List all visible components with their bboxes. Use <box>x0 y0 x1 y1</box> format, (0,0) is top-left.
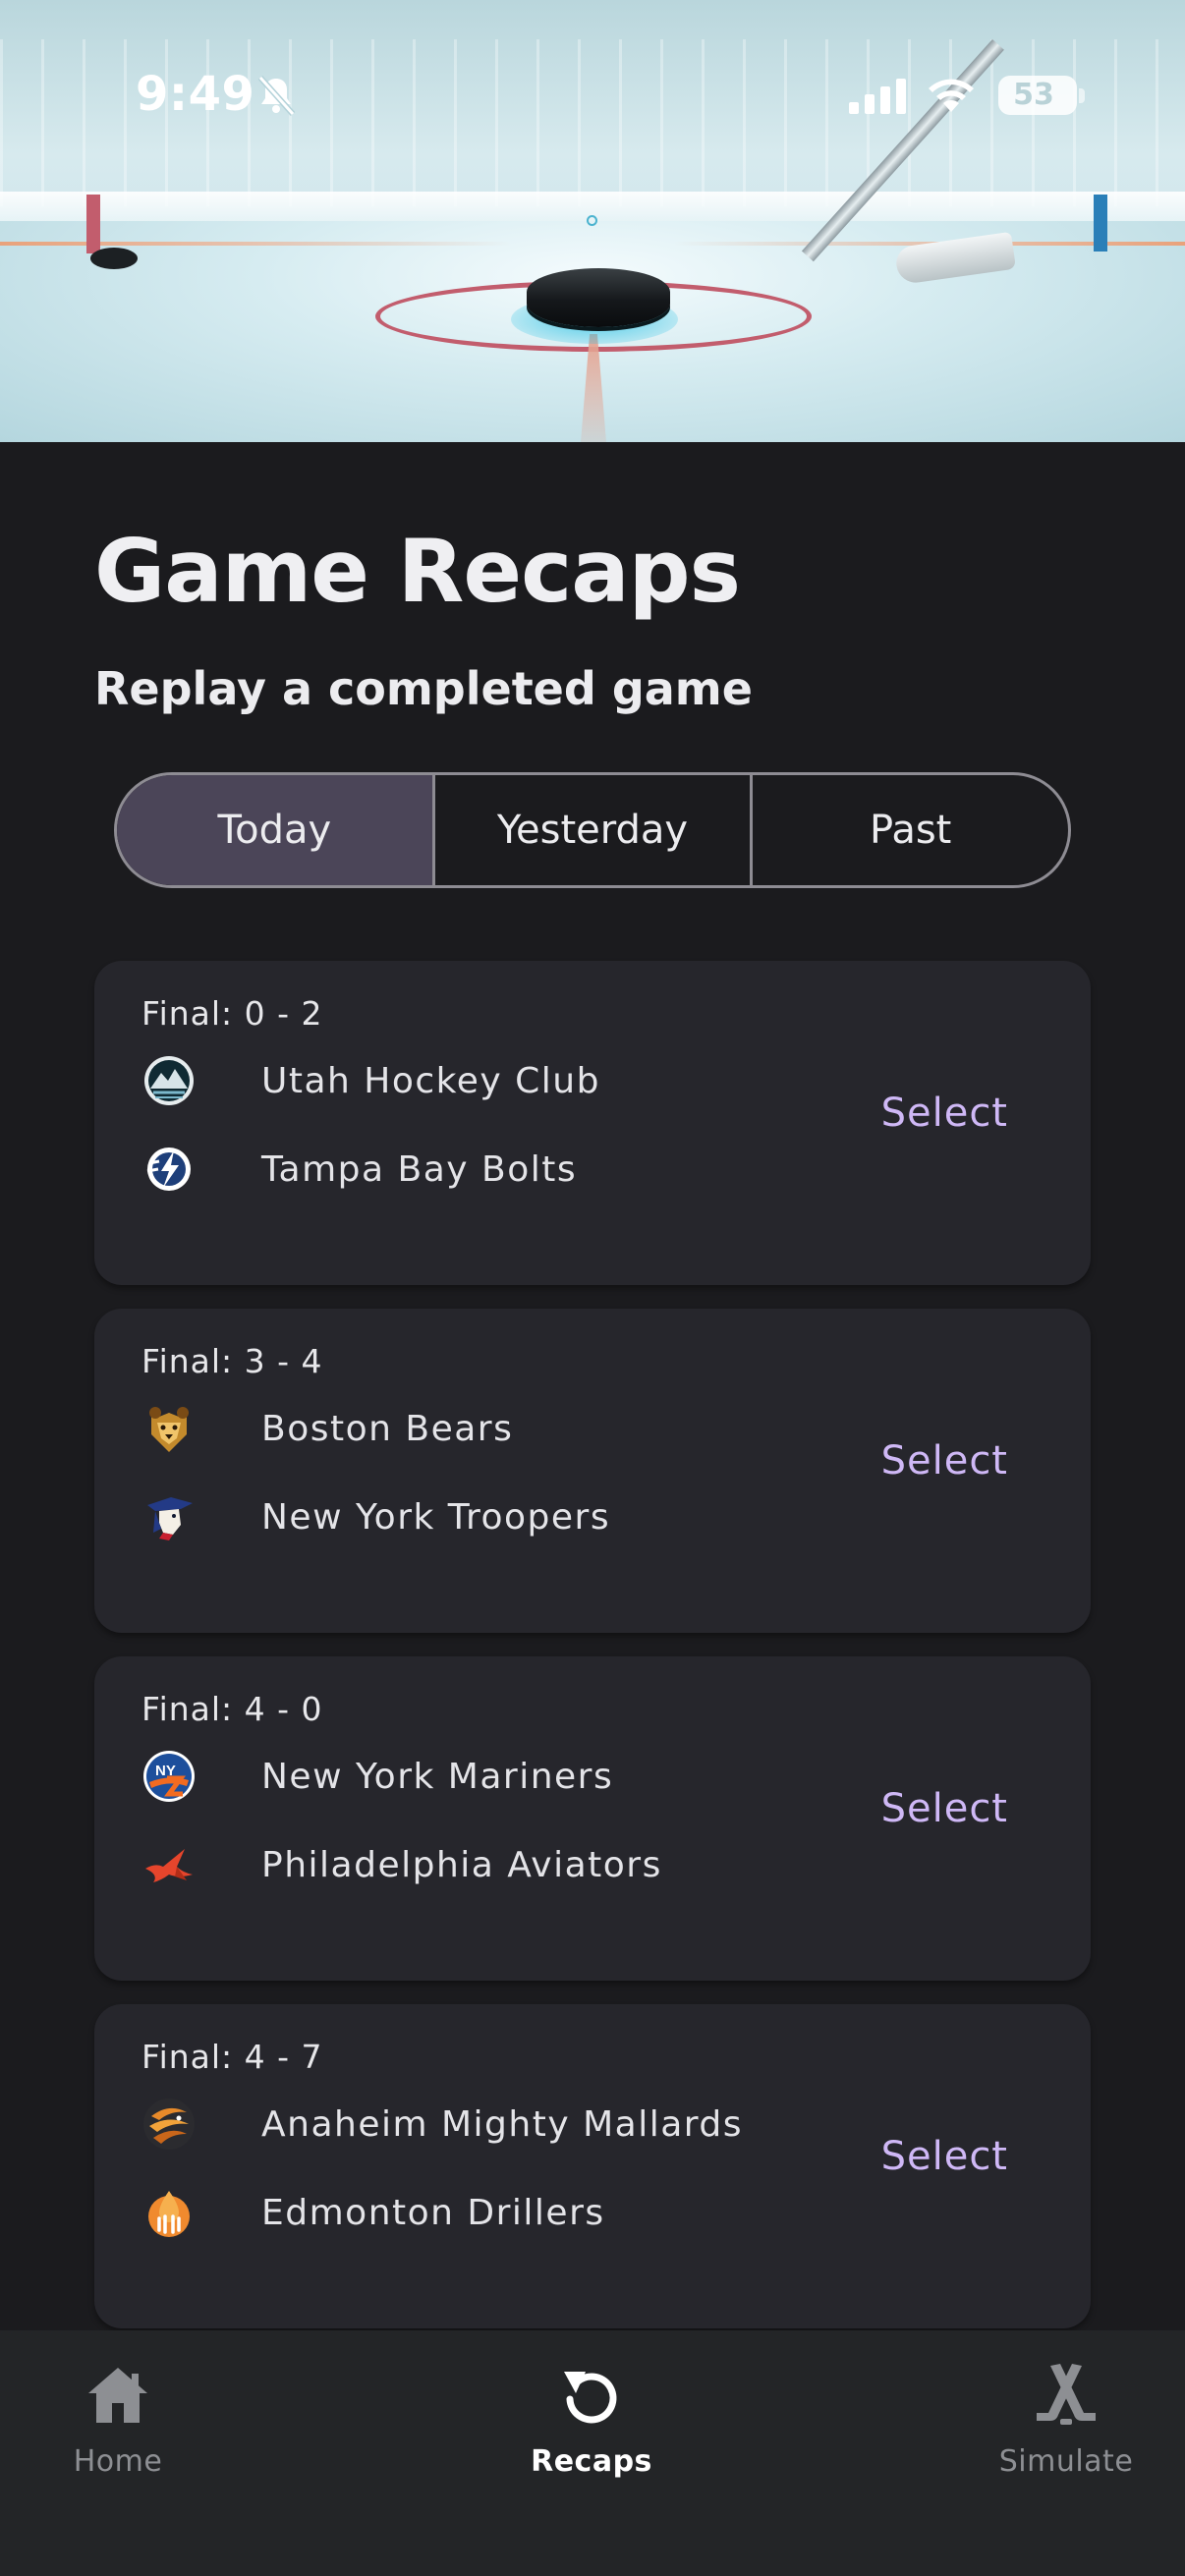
final-score: Final: 3 - 4 <box>141 1342 323 1380</box>
team-row: NY New York Mariners <box>141 1747 613 1806</box>
bear-logo-icon <box>141 1401 197 1456</box>
battery-level: 53 <box>1013 78 1054 112</box>
away-team-name: Philadelphia Aviators <box>261 1844 662 1885</box>
nav-simulate-label: Simulate <box>998 2444 1134 2479</box>
bottom-navigation-bar: Home Recaps Simulate <box>0 2330 1185 2576</box>
home-team-name: Anaheim Mighty Mallards <box>261 2103 744 2145</box>
tab-today[interactable]: Today <box>117 775 435 885</box>
mariners-logo-icon: NY <box>141 1749 197 1804</box>
team-row: Boston Bears <box>141 1399 513 1458</box>
select-game-button[interactable]: Select <box>881 1786 1008 1831</box>
tab-yesterday[interactable]: Yesterday <box>435 775 754 885</box>
oil-drop-logo-icon <box>141 2185 197 2240</box>
team-row: Tampa Bay Bolts <box>141 1140 577 1199</box>
battery-indicator: 53 <box>998 76 1077 115</box>
home-team-name: New York Mariners <box>261 1756 614 1797</box>
page-subtitle: Replay a completed game <box>94 662 753 715</box>
team-row: Anaheim Mighty Mallards <box>141 2095 743 2154</box>
nav-home-label: Home <box>73 2444 163 2479</box>
bell-slash-icon <box>257 76 296 116</box>
replay-icon <box>564 2372 617 2424</box>
date-filter-segmented-control: Today Yesterday Past <box>114 772 1071 888</box>
battery-cap <box>1079 88 1085 103</box>
final-score: Final: 4 - 7 <box>141 2038 323 2076</box>
select-game-button[interactable]: Select <box>881 1091 1008 1136</box>
team-row: Edmonton Drillers <box>141 2183 605 2242</box>
select-game-button[interactable]: Select <box>881 2134 1008 2179</box>
select-game-button[interactable]: Select <box>881 1438 1008 1484</box>
bird-logo-icon <box>141 1837 197 1892</box>
page-title: Game Recaps <box>94 521 741 622</box>
team-row: Philadelphia Aviators <box>141 1835 662 1894</box>
lightning-logo-icon <box>141 1142 197 1197</box>
away-team-name: New York Troopers <box>261 1496 611 1538</box>
hockey-sticks-icon <box>1037 2364 1096 2425</box>
nav-home[interactable]: Home <box>10 2360 226 2479</box>
game-card: Final: 0 - 2 Utah Hockey Club Tampa Bay … <box>94 961 1091 1285</box>
home-team-name: Utah Hockey Club <box>261 1060 600 1101</box>
mallard-logo-icon <box>141 2097 197 2152</box>
away-team-name: Tampa Bay Bolts <box>261 1148 578 1190</box>
mountain-logo-icon <box>141 1053 197 1108</box>
trooper-logo-icon <box>141 1489 197 1544</box>
team-row: Utah Hockey Club <box>141 1051 600 1110</box>
status-time: 9:49 <box>136 67 255 122</box>
home-team-name: Boston Bears <box>261 1408 514 1449</box>
home-icon <box>88 2368 147 2423</box>
cellular-signal-icon <box>849 79 906 114</box>
puck-graphic <box>527 268 670 327</box>
game-card: Final: 4 - 0 NY New York Mariners Philad… <box>94 1656 1091 1981</box>
wifi-icon <box>929 79 974 112</box>
game-card: Final: 4 - 7 Anaheim Mighty Mallards Edm… <box>94 2004 1091 2328</box>
game-card: Final: 3 - 4 Boston Bears New York Troop… <box>94 1309 1091 1633</box>
tab-past[interactable]: Past <box>753 775 1068 885</box>
nav-recaps-label: Recaps <box>531 2444 652 2479</box>
final-score: Final: 4 - 0 <box>141 1690 323 1728</box>
final-score: Final: 0 - 2 <box>141 994 323 1033</box>
nav-simulate[interactable]: Simulate <box>958 2360 1174 2479</box>
team-row: New York Troopers <box>141 1487 610 1546</box>
away-team-name: Edmonton Drillers <box>261 2192 605 2233</box>
nav-recaps[interactable]: Recaps <box>483 2360 700 2479</box>
